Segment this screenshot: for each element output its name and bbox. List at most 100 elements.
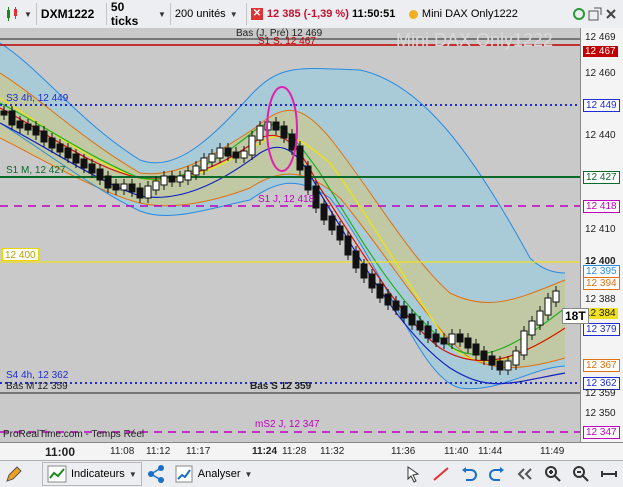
- s1-j-label: S1 J, 12 418: [258, 194, 315, 205]
- undo-button[interactable]: [455, 462, 483, 486]
- cursor-tool-button[interactable]: [399, 462, 427, 486]
- price-tick: 12 379: [583, 323, 620, 336]
- indicators-button[interactable]: Indicateurs ▼: [42, 462, 142, 486]
- candle-down: [400, 305, 408, 319]
- candle-down: [328, 215, 336, 231]
- analyze-icon: [175, 465, 193, 483]
- candle-up: [512, 350, 520, 366]
- candle-down: [40, 130, 48, 143]
- units-selector[interactable]: 200 unités ▼: [171, 3, 247, 25]
- candle-up: [544, 297, 552, 316]
- indicator-chart-icon: [47, 465, 67, 483]
- time-tick: 11:08: [110, 446, 135, 457]
- candle-down: [8, 110, 16, 126]
- zoom-out-icon: [573, 466, 589, 482]
- clock-time: 11:50:51: [351, 8, 396, 20]
- window-controls: [567, 3, 623, 25]
- instrument-selector[interactable]: DXM1222: [37, 3, 107, 25]
- s1-m-label: S1 M, 12 427: [6, 165, 66, 176]
- ms2-j-label: mS2 J, 12 347: [255, 419, 320, 430]
- chart-watermark: Mini DAX Only1222: [396, 30, 554, 50]
- candle-up: [528, 320, 536, 336]
- instrument-label: DXM1222: [40, 7, 95, 21]
- candle-up: [176, 175, 184, 183]
- candle-down: [168, 175, 176, 183]
- share-icon: [147, 465, 164, 483]
- close-icon[interactable]: ✕: [250, 8, 263, 20]
- candle-up: [192, 165, 200, 176]
- candle-down: [104, 175, 112, 189]
- price-tick: 12 410: [585, 224, 616, 235]
- candle-down: [440, 337, 448, 345]
- candle-down: [496, 360, 504, 371]
- candle-up: [552, 290, 560, 303]
- time-tick: 11:00: [45, 445, 76, 459]
- scroll-left-button[interactable]: [511, 462, 539, 486]
- candle-down: [136, 187, 144, 199]
- time-tick: 11:17: [186, 446, 211, 457]
- candle-down: [424, 325, 432, 339]
- candle-down: [32, 125, 40, 136]
- top-toolbar: ▼ DXM1222 50 ticks ▼ 200 unités ▼ ✕ 12 3…: [0, 0, 623, 29]
- candle-down: [368, 273, 376, 289]
- candle-down: [72, 153, 80, 164]
- price-tick: 12 350: [585, 408, 616, 419]
- price-axis[interactable]: 12 469 12 467 12 460 12 449 12 440 12 42…: [580, 28, 623, 442]
- close-window-icon[interactable]: [603, 6, 619, 22]
- candle-down: [336, 225, 344, 241]
- price-tick: 12 367: [583, 359, 620, 372]
- candle-down: [288, 133, 296, 151]
- redo-button[interactable]: [483, 462, 511, 486]
- time-tick: 11:36: [391, 446, 416, 457]
- price-tick: 12 469: [585, 32, 616, 43]
- candle-down: [472, 343, 480, 356]
- time-axis[interactable]: 11:00 11:08 11:12 11:17 11:24 11:28 11:3…: [0, 442, 623, 461]
- candle-down: [304, 165, 312, 191]
- fit-view-button[interactable]: [595, 462, 623, 486]
- share-button[interactable]: [142, 462, 170, 486]
- s4-4h-label: S4 4h, 12 362: [6, 370, 69, 381]
- detach-window-icon[interactable]: [587, 6, 603, 22]
- candlestick-icon: [7, 7, 17, 21]
- candle-down: [64, 147, 72, 159]
- candle-up: [160, 175, 168, 186]
- candle-down: [48, 137, 56, 149]
- candle-up: [256, 125, 264, 141]
- price-tick: 12 440: [585, 130, 616, 141]
- footer-source: ProRealTime.com - Temps Réel: [3, 429, 145, 440]
- redo-icon: [489, 467, 504, 481]
- refresh-icon[interactable]: [571, 6, 587, 22]
- candle-down: [296, 145, 304, 171]
- price-tick: 12 418: [583, 200, 620, 213]
- chart-type-selector[interactable]: ▼: [0, 3, 37, 25]
- candle-down: [96, 168, 104, 181]
- price-tick: 12 467: [583, 46, 618, 57]
- interval-selector[interactable]: 50 ticks ▼: [107, 0, 171, 28]
- chart-area[interactable]: Mini DAX Only1222 Bas (J, Pré) 12 469 S1…: [0, 28, 580, 442]
- candle-down: [488, 355, 496, 366]
- candle-down: [280, 125, 288, 139]
- candle-down: [392, 300, 400, 311]
- zoom-in-icon: [545, 466, 561, 482]
- candle-down: [272, 121, 280, 131]
- price-chart[interactable]: [0, 28, 580, 442]
- cursor-icon: [407, 466, 420, 483]
- chevron-down-icon: ▼: [128, 469, 137, 479]
- zoom-out-button[interactable]: [567, 462, 595, 486]
- candle-down: [480, 350, 488, 361]
- candle-down: [384, 293, 392, 306]
- analyze-button[interactable]: Analyser ▼: [170, 462, 257, 486]
- sun-icon: [408, 9, 418, 19]
- scroll-left-icon: [517, 468, 532, 480]
- candle-up: [152, 180, 160, 191]
- candle-up: [520, 330, 528, 356]
- drawing-tools-button[interactable]: [0, 462, 28, 486]
- pencil-icon: [6, 466, 22, 482]
- s1-s-label: S1 S, 12 467: [258, 36, 316, 47]
- candle-down: [128, 183, 136, 193]
- zoom-in-button[interactable]: [539, 462, 567, 486]
- units-label: 200 unités: [174, 8, 226, 20]
- candle-down: [456, 333, 464, 343]
- candle-up: [536, 310, 544, 326]
- trendline-button[interactable]: [427, 462, 455, 486]
